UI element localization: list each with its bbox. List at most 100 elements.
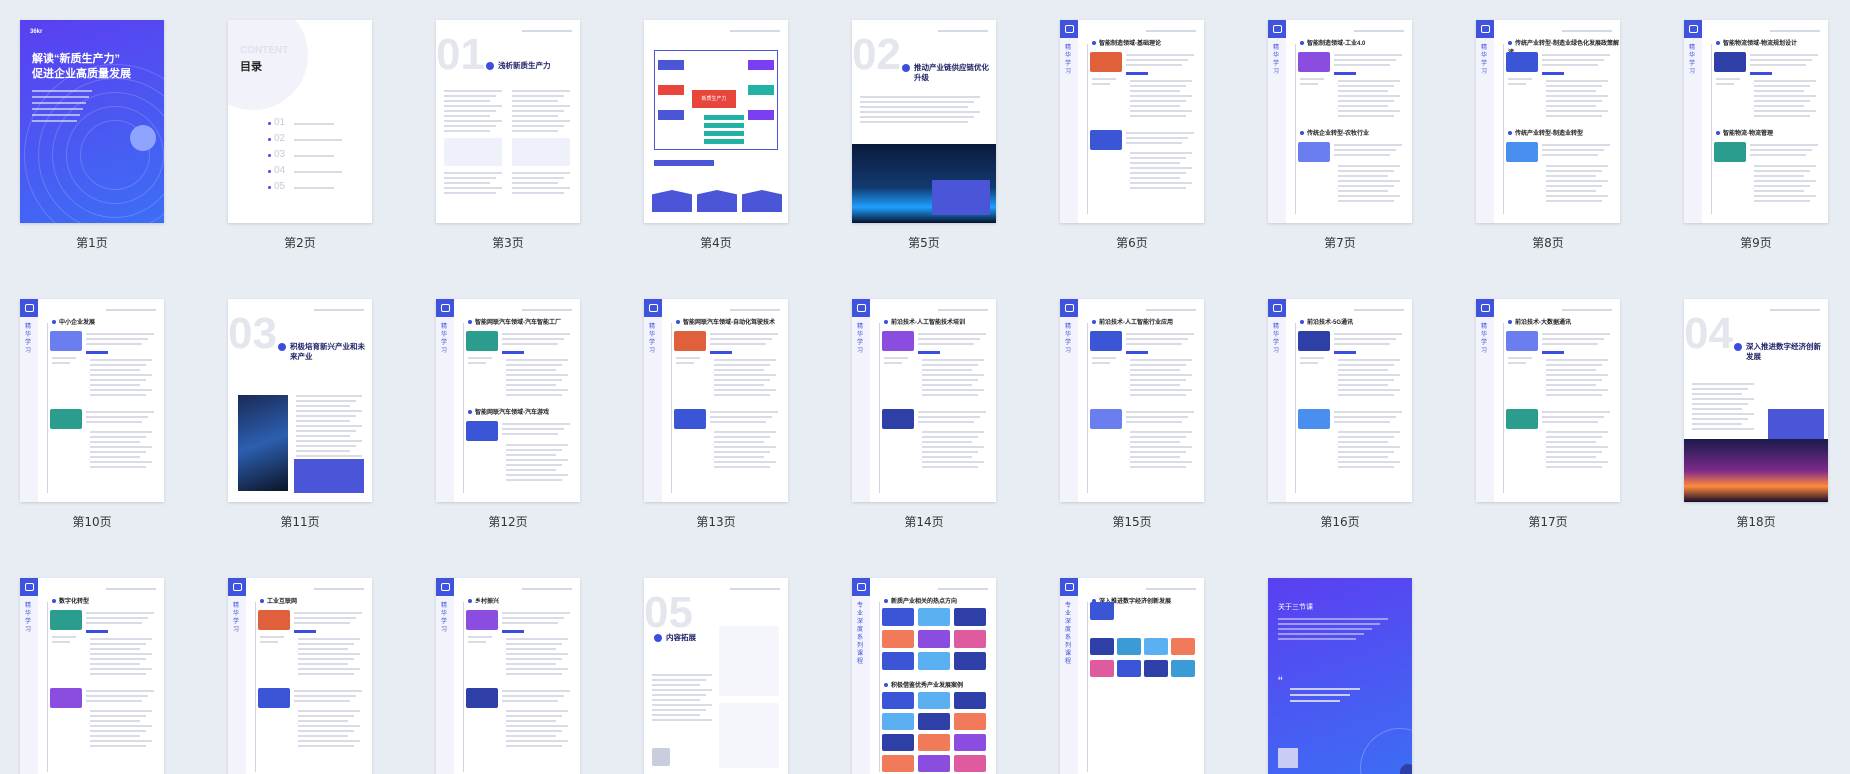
- content-image: [954, 755, 986, 772]
- page-thumbnail[interactable]: 精华学习 智能网联汽车领域-汽车智能工厂 智能网联汽车领域-汽车游戏 第12页: [436, 299, 580, 530]
- quote-text: [1290, 694, 1350, 696]
- text-line: [444, 125, 496, 127]
- page-preview[interactable]: 36kr 解读“新质生产力” 促进企业高质量发展: [20, 20, 164, 223]
- header-line: [106, 309, 156, 311]
- text-line: [714, 456, 764, 458]
- text-line: [506, 730, 562, 732]
- page-thumbnail[interactable]: 关于三节课“第25页: [1268, 578, 1412, 774]
- page-thumbnail[interactable]: 精华学习 前沿技术-人工智能行业应用 第15页: [1060, 299, 1204, 530]
- page-preview[interactable]: 精华学习 智能网联汽车领域-汽车智能工厂 智能网联汽车领域-汽车游戏: [436, 299, 580, 502]
- page-preview[interactable]: 精华学习 工业互联网: [228, 578, 372, 774]
- text-line: [90, 384, 140, 386]
- page-thumbnail[interactable]: 03 积极培育新兴产业和未来产业 第11页: [228, 299, 372, 530]
- toc-item-text: [294, 123, 334, 125]
- text-line: [1334, 54, 1402, 56]
- text-line: [710, 333, 778, 335]
- page-preview[interactable]: 专业深度系列课程 新质产业相关的热点方向 积极借鉴优秀产业发展案例: [852, 578, 996, 774]
- text-line: [296, 400, 356, 402]
- text-line: [1546, 90, 1596, 92]
- page-thumbnail[interactable]: 新质生产力 第4页: [644, 20, 788, 251]
- back-title: 关于三节课: [1278, 604, 1313, 611]
- content-image: [1117, 660, 1141, 677]
- text-line: [1546, 185, 1602, 187]
- page-thumbnail[interactable]: 05内容拓展第22页: [644, 578, 788, 774]
- header-line: [1146, 30, 1196, 32]
- page-preview[interactable]: 03 积极培育新兴产业和未来产业: [228, 299, 372, 502]
- page-thumbnail[interactable]: 36kr 解读“新质生产力” 促进企业高质量发展 第1页: [20, 20, 164, 251]
- page-thumbnail[interactable]: 01 浅析新质生产力 第3页: [436, 20, 580, 251]
- text-line: [1126, 64, 1182, 66]
- page-preview[interactable]: 精华学习 前沿技术-人工智能行业应用: [1060, 299, 1204, 502]
- page-thumbnail[interactable]: 精华学习数字化转型第19页: [20, 578, 164, 774]
- text-line: [1338, 369, 1388, 371]
- text-line: [1334, 338, 1396, 340]
- page-thumbnail[interactable]: 精华学习 前沿技术-人工智能技术培训 第14页: [852, 299, 996, 530]
- text-line: [1334, 59, 1396, 61]
- page-preview[interactable]: 精华学习 前沿技术-人工智能技术培训: [852, 299, 996, 502]
- page-thumbnail[interactable]: 精华学习 智能制造领域-基础理论 第6页: [1060, 20, 1204, 251]
- page-preview[interactable]: 04 深入推进数字经济创新发展: [1684, 299, 1828, 502]
- page-preview[interactable]: 精华学习 前沿技术-5G通讯: [1268, 299, 1412, 502]
- header-line: [1146, 309, 1196, 311]
- page-preview[interactable]: 精华学习传统产业转型-制造业绿色化发展政策解读传统产业转型-制造业转型: [1476, 20, 1620, 223]
- content-image: [954, 608, 986, 626]
- page-preview[interactable]: 精华学习 智能物流领域-物流规划设计 智能物流-物流管理: [1684, 20, 1828, 223]
- content-image: [1714, 52, 1746, 72]
- page-thumbnail[interactable]: 精华学习 智能物流领域-物流规划设计 智能物流-物流管理 第9页: [1684, 20, 1828, 251]
- text-line: [1754, 80, 1816, 82]
- page-preview[interactable]: 05 内容拓展: [644, 578, 788, 774]
- text-line: [1338, 170, 1394, 172]
- page-thumbnail[interactable]: 精华学习工业互联网第20页: [228, 578, 372, 774]
- header-line: [522, 30, 572, 32]
- page-preview[interactable]: 精华学习 数字化转型: [20, 578, 164, 774]
- page-preview[interactable]: 精华学习 智能制造领域-基础理论: [1060, 20, 1204, 223]
- text-line: [1692, 413, 1754, 415]
- page-thumbnail[interactable]: 精华学习传统产业转型-制造业绿色化发展政策解读传统产业转型-制造业转型第8页: [1476, 20, 1620, 251]
- timeline-line: [47, 602, 48, 772]
- side-label: 精华学习: [441, 603, 448, 633]
- text-line: [1130, 85, 1186, 87]
- text-line: [1338, 165, 1400, 167]
- text-line: [1130, 389, 1192, 391]
- page-preview[interactable]: 精华学习 前沿技术-大数据通讯: [1476, 299, 1620, 502]
- page-thumbnail[interactable]: 04 深入推进数字经济创新发展 第18页: [1684, 299, 1828, 530]
- toc-dot: [268, 122, 271, 125]
- page-thumbnail[interactable]: 精华学习 前沿技术-5G通讯 第16页: [1268, 299, 1412, 530]
- page-thumbnail[interactable]: 精华学习 前沿技术-大数据通讯 第17页: [1476, 299, 1620, 530]
- page-preview[interactable]: 精华学习 智能网联汽车领域-自动化驾驶技术: [644, 299, 788, 502]
- text-line: [296, 405, 350, 407]
- page-thumbnail[interactable]: CONTENT 目录 01 02 03 04 05 第2页: [228, 20, 372, 251]
- page-thumbnail[interactable]: 精华学习 中小企业发展 第10页: [20, 299, 164, 530]
- text-line: [1754, 90, 1804, 92]
- side-label: 精华学习: [1273, 45, 1280, 75]
- text-line: [1750, 149, 1812, 151]
- page-preview[interactable]: 新质生产力: [644, 20, 788, 223]
- text-line: [1546, 384, 1596, 386]
- text-line: [296, 445, 356, 447]
- page-thumbnail[interactable]: 02 推动产业链供应链优化升级 第5页: [852, 20, 996, 251]
- side-label: 精华学习: [25, 603, 32, 633]
- book-icon: [644, 299, 662, 317]
- diagram-node: [704, 115, 744, 120]
- text-line: [1754, 175, 1804, 177]
- page-preview[interactable]: 专业深度系列课程 深入推进数字经济创新发展: [1060, 578, 1204, 774]
- page-preview[interactable]: 02 推动产业链供应链优化升级: [852, 20, 996, 223]
- page-preview[interactable]: 精华学习 智能制造领域-工业4.0 传统企业转型-农牧行业: [1268, 20, 1412, 223]
- text-line: [1716, 83, 1734, 85]
- page-thumbnail[interactable]: 精华学习乡村振兴第21页: [436, 578, 580, 774]
- page-preview[interactable]: 01 浅析新质生产力: [436, 20, 580, 223]
- highlight-label: [1542, 351, 1564, 354]
- page-thumbnail[interactable]: 精华学习 智能制造领域-工业4.0 传统企业转型-农牧行业 第7页: [1268, 20, 1412, 251]
- page-thumbnail[interactable]: 专业深度系列课程新质产业相关的热点方向积极借鉴优秀产业发展案例第23页: [852, 578, 996, 774]
- page-preview[interactable]: 精华学习 中小企业发展: [20, 299, 164, 502]
- page-preview[interactable]: 关于三节课 “: [1268, 578, 1412, 774]
- page-preview[interactable]: 精华学习 乡村振兴: [436, 578, 580, 774]
- header-line: [522, 309, 572, 311]
- text-line: [1130, 384, 1180, 386]
- page-thumbnail[interactable]: 专业深度系列课程深入推进数字经济创新发展第24页: [1060, 578, 1204, 774]
- text-line: [512, 90, 570, 92]
- timeline-line: [879, 602, 880, 772]
- page-thumbnail[interactable]: 精华学习 智能网联汽车领域-自动化驾驶技术 第13页: [644, 299, 788, 530]
- text-line: [714, 379, 770, 381]
- page-preview[interactable]: CONTENT 目录 01 02 03 04 05: [228, 20, 372, 223]
